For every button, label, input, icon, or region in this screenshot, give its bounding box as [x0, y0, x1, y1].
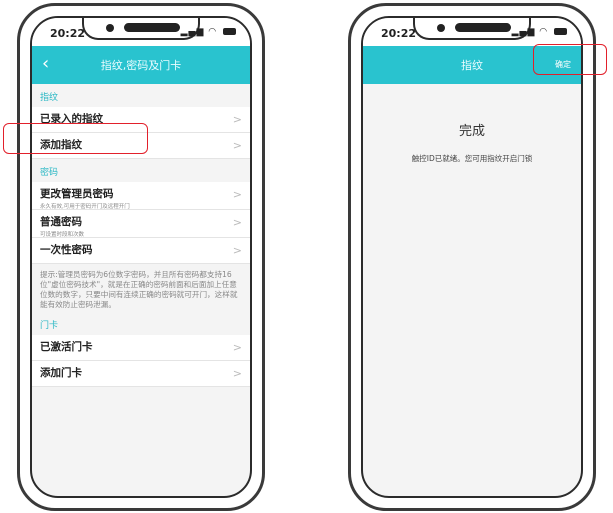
password-tip: 提示:管理员密码为6位数字密码，并且所有密码都支持16位"虚位密码技术"，就是在… — [40, 270, 238, 309]
highlight-confirm-button — [533, 44, 607, 75]
list-item-add-card[interactable]: 添加门卡 > — [32, 361, 250, 387]
chevron-right-icon: > — [232, 244, 242, 257]
phone-right: 20:22 ▂▄▆ ◠ 指纹 确定 完成 触控ID已就绪。您可用指纹开启门锁 — [348, 3, 596, 511]
battery-icon — [554, 28, 567, 35]
status-icons: ▂▄▆ ◠ — [512, 27, 567, 37]
list-item-onetime-password[interactable]: 一次性密码 > — [32, 238, 250, 264]
wifi-icon: ◠ — [208, 27, 218, 37]
nav-bar: ‹ 指纹,密码及门卡 — [32, 46, 250, 84]
list-item-activated-cards[interactable]: 已激活门卡 > — [32, 335, 250, 361]
chevron-right-icon: > — [232, 367, 242, 380]
signal-icon: ▂▄▆ — [180, 27, 205, 37]
list-item-subtitle: 可设置时段和次数 — [40, 232, 85, 238]
list-item-normal-password[interactable]: 普通密码 可设置时段和次数 > — [32, 210, 250, 238]
chevron-right-icon: > — [232, 113, 242, 126]
list-item-change-admin-password[interactable]: 更改管理员密码 永久有效,可用于密码开门及远程开门 > — [32, 182, 250, 210]
list-item-subtitle: 永久有效,可用于密码开门及远程开门 — [40, 204, 130, 210]
status-bar: 20:22 ▂▄▆ ◠ — [363, 18, 581, 46]
list-item-label: 普通密码 — [40, 216, 82, 228]
list-item-label: 已激活门卡 — [40, 341, 93, 353]
status-bar: 20:22 ▂▄▆ ◠ — [32, 18, 250, 46]
chevron-right-icon: > — [232, 139, 242, 152]
list-item-label: 一次性密码 — [40, 244, 93, 256]
speaker-icon — [124, 23, 180, 32]
phone-left-screen: 20:22 ▂▄▆ ◠ ‹ 指纹,密码及门卡 指纹 已录入的指纹 > 添加指纹 … — [30, 16, 252, 498]
done-message: 触控ID已就绪。您可用指纹开启门锁 — [411, 154, 533, 163]
page-title: 指纹,密码及门卡 — [100, 59, 182, 72]
phone-right-screen: 20:22 ▂▄▆ ◠ 指纹 确定 完成 触控ID已就绪。您可用指纹开启门锁 — [361, 16, 583, 498]
camera-icon — [106, 24, 114, 32]
list-item-label: 更改管理员密码 — [40, 188, 114, 200]
status-icons: ▂▄▆ ◠ — [181, 27, 236, 37]
battery-icon — [223, 28, 236, 35]
speaker-icon — [455, 23, 511, 32]
camera-icon — [437, 24, 445, 32]
status-time: 20:22 — [381, 27, 417, 40]
highlight-add-fingerprint — [3, 123, 148, 154]
phone-left: 20:22 ▂▄▆ ◠ ‹ 指纹,密码及门卡 指纹 已录入的指纹 > 添加指纹 … — [17, 3, 265, 511]
section-password: 密码 — [40, 168, 59, 178]
done-title: 完成 — [458, 124, 485, 139]
chevron-right-icon: > — [232, 188, 242, 201]
signal-icon: ▂▄▆ — [511, 27, 536, 37]
chevron-right-icon: > — [232, 341, 242, 354]
wifi-icon: ◠ — [539, 27, 549, 37]
section-fingerprint: 指纹 — [40, 93, 59, 103]
chevron-right-icon: > — [232, 216, 242, 229]
list-item-label: 添加门卡 — [40, 367, 82, 379]
status-time: 20:22 — [50, 27, 86, 40]
section-card: 门卡 — [40, 321, 59, 331]
